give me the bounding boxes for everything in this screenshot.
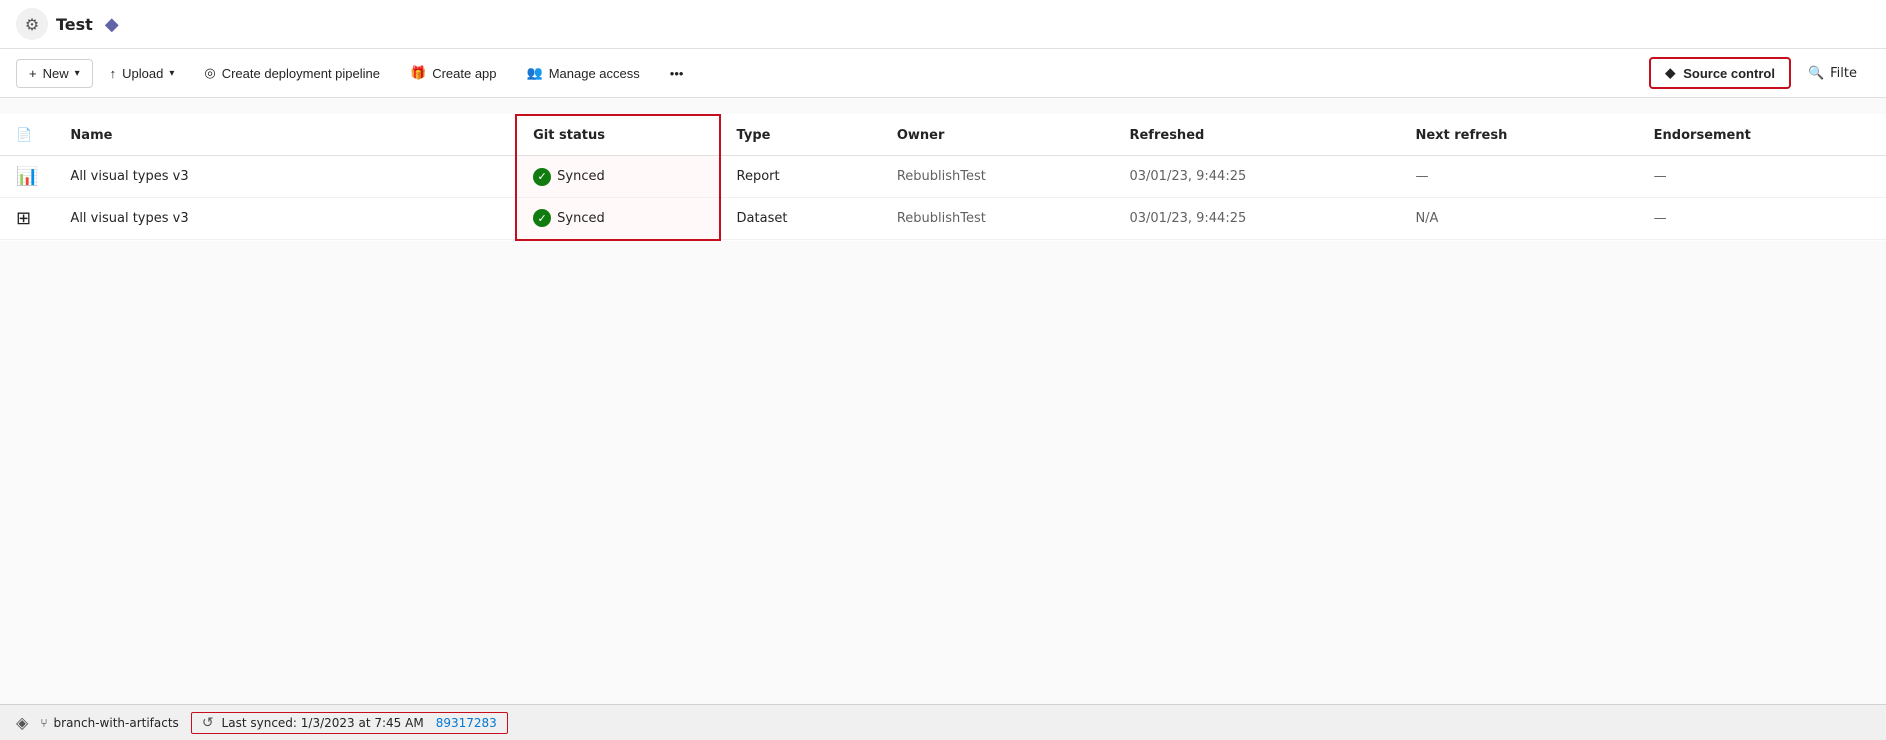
plus-icon: + bbox=[29, 66, 37, 81]
star-icon: ☆ bbox=[230, 168, 243, 184]
th-refreshed: Refreshed bbox=[1113, 115, 1399, 156]
create-pipeline-button[interactable]: ◎ Create deployment pipeline bbox=[191, 58, 393, 88]
create-app-label: Create app bbox=[432, 66, 496, 81]
new-button[interactable]: + New ▾ bbox=[16, 59, 93, 88]
th-name[interactable]: Name bbox=[54, 115, 516, 156]
workspace-bar: ⚙ Test ◆ bbox=[0, 0, 1886, 49]
row-1-icon-cell: 📊 bbox=[0, 156, 54, 198]
filter-area[interactable]: 🔍 Filte bbox=[1795, 59, 1870, 88]
source-control-label: Source control bbox=[1683, 66, 1775, 81]
manage-access-label: Manage access bbox=[549, 66, 640, 81]
more-icon: ••• bbox=[670, 66, 684, 81]
row-2-type-cell: Dataset bbox=[720, 198, 881, 240]
branch-indicator: ⑂ branch-with-artifacts bbox=[40, 716, 179, 730]
status-bar: ◈ ⑂ branch-with-artifacts ↺ Last synced:… bbox=[0, 704, 1886, 740]
dataset-icon: ⊞ bbox=[16, 208, 31, 229]
row-2-git-status-label: Synced bbox=[557, 211, 605, 226]
branch-icon: ⑂ bbox=[40, 716, 47, 730]
star-icon: ☆ bbox=[230, 210, 243, 226]
commit-hash: 89317283 bbox=[436, 716, 497, 730]
row-1-owner-cell: RebublishTest bbox=[881, 156, 1114, 198]
more-row-icon: ••• bbox=[259, 211, 274, 227]
share-icon: ↗ bbox=[203, 210, 215, 226]
th-icon: 📄 bbox=[0, 115, 54, 156]
row-1-git-status-cell: ✓ Synced bbox=[516, 156, 719, 198]
sync-icon: ↺ bbox=[202, 715, 214, 731]
row-1-synced-badge: ✓ Synced bbox=[533, 168, 702, 186]
row-1-star-button[interactable]: ☆ bbox=[226, 166, 247, 187]
table-row: ⊞ All visual types v3 ↗ ☆ bbox=[0, 198, 1886, 240]
upload-label: Upload bbox=[122, 66, 163, 81]
synced-check-icon: ✓ bbox=[533, 168, 551, 186]
row-2-icon-cell: ⊞ bbox=[0, 198, 54, 240]
row-1-name: All visual types v3 bbox=[70, 169, 188, 184]
th-owner: Owner bbox=[881, 115, 1114, 156]
row-2-name-cell: All visual types v3 ↗ ☆ ••• bbox=[54, 198, 516, 240]
manage-access-button[interactable]: 👥 Manage access bbox=[514, 58, 653, 88]
row-1-name-cell: All visual types v3 ↗ ☆ ••• bbox=[54, 156, 516, 198]
pipeline-icon: ◎ bbox=[204, 65, 215, 81]
workspace-icon-symbol: ⚙ bbox=[25, 15, 39, 34]
row-2-star-button[interactable]: ☆ bbox=[226, 208, 247, 229]
items-table: 📄 Name Git status Type Owner Refreshed N… bbox=[0, 114, 1886, 241]
source-control-diamond-icon: ◆ bbox=[1665, 65, 1675, 81]
toolbar: + New ▾ ↑ Upload ▾ ◎ Create deployment p… bbox=[0, 49, 1886, 98]
row-2-endorsement-cell: — bbox=[1638, 198, 1886, 240]
share-icon: ↗ bbox=[203, 168, 215, 184]
new-chevron-icon: ▾ bbox=[75, 68, 80, 79]
synced-check-icon: ✓ bbox=[533, 209, 551, 227]
upload-chevron-icon: ▾ bbox=[169, 68, 174, 79]
row-2-owner-cell: RebublishTest bbox=[881, 198, 1114, 240]
manage-access-icon: 👥 bbox=[527, 65, 543, 81]
row-1-next-refresh-cell: — bbox=[1399, 156, 1637, 198]
report-icon: 📊 bbox=[16, 166, 38, 187]
row-2-more-button[interactable]: ••• bbox=[255, 209, 278, 229]
row-1-refreshed-cell: 03/01/23, 9:44:25 bbox=[1113, 156, 1399, 198]
row-2-refreshed-cell: 03/01/23, 9:44:25 bbox=[1113, 198, 1399, 240]
create-pipeline-label: Create deployment pipeline bbox=[222, 66, 380, 81]
search-icon: 🔍 bbox=[1808, 66, 1824, 81]
row-2-synced-badge: ✓ Synced bbox=[533, 209, 702, 227]
more-row-icon: ••• bbox=[259, 169, 274, 185]
branch-name: branch-with-artifacts bbox=[54, 716, 179, 730]
upload-button[interactable]: ↑ Upload ▾ bbox=[97, 59, 188, 88]
row-2-name: All visual types v3 bbox=[70, 211, 188, 226]
table-header-row: 📄 Name Git status Type Owner Refreshed N… bbox=[0, 115, 1886, 156]
workspace-title: Test bbox=[56, 15, 93, 34]
source-control-button[interactable]: ◆ Source control bbox=[1649, 57, 1791, 89]
create-app-button[interactable]: 🎁 Create app bbox=[397, 58, 510, 88]
th-endorsement: Endorsement bbox=[1638, 115, 1886, 156]
row-1-share-button[interactable]: ↗ bbox=[199, 166, 219, 187]
create-app-icon: 🎁 bbox=[410, 65, 426, 81]
row-2-share-button[interactable]: ↗ bbox=[199, 208, 219, 229]
status-source-icon: ◈ bbox=[16, 713, 28, 732]
row-2-git-status-cell: ✓ Synced bbox=[516, 198, 719, 240]
upload-icon: ↑ bbox=[110, 66, 117, 81]
row-2-next-refresh-cell: N/A bbox=[1399, 198, 1637, 240]
th-next-refresh: Next refresh bbox=[1399, 115, 1637, 156]
filter-label: Filte bbox=[1830, 66, 1857, 81]
workspace-icon: ⚙ bbox=[16, 8, 48, 40]
main-content: 📄 Name Git status Type Owner Refreshed N… bbox=[0, 98, 1886, 704]
th-type: Type bbox=[720, 115, 881, 156]
row-1-endorsement-cell: — bbox=[1638, 156, 1886, 198]
last-synced-label: Last synced: 1/3/2023 at 7:45 AM bbox=[222, 716, 424, 730]
row-1-git-status-label: Synced bbox=[557, 169, 605, 184]
premium-icon: ◆ bbox=[105, 14, 119, 35]
last-sync-box: ↺ Last synced: 1/3/2023 at 7:45 AM 89317… bbox=[191, 712, 508, 734]
th-file-icon: 📄 bbox=[16, 128, 32, 143]
more-button[interactable]: ••• bbox=[657, 59, 697, 88]
new-label: New bbox=[43, 66, 69, 81]
th-git-status: Git status bbox=[516, 115, 719, 156]
table-row: 📊 All visual types v3 ↗ ☆ bbox=[0, 156, 1886, 198]
row-1-type-cell: Report bbox=[720, 156, 881, 198]
row-1-more-button[interactable]: ••• bbox=[255, 167, 278, 187]
